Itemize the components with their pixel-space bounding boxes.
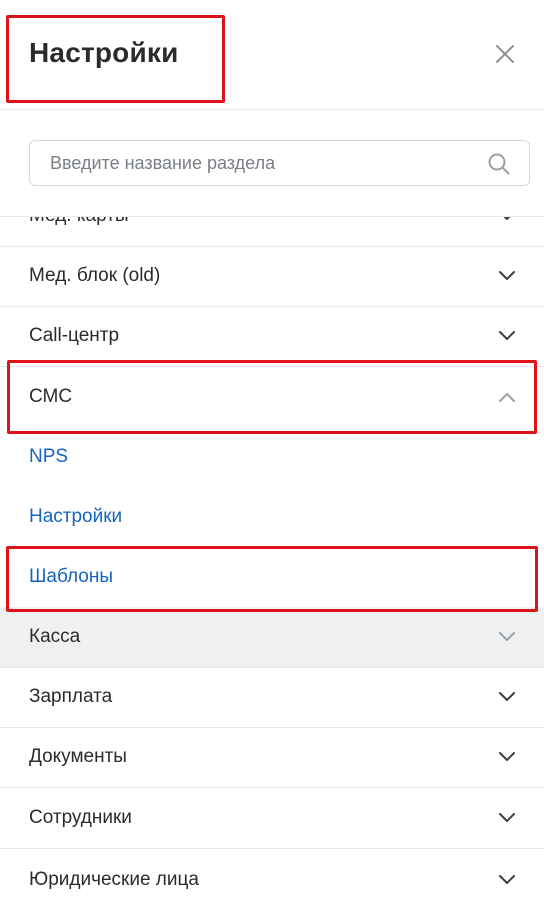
close-icon	[496, 45, 514, 63]
menu-item-salary[interactable]: Зарплата	[0, 667, 544, 728]
menu-item-label: Сотрудники	[29, 807, 132, 828]
search-icon[interactable]	[487, 152, 511, 176]
submenu-item-settings[interactable]: Настройки	[0, 486, 544, 547]
chevron-down-icon	[499, 331, 515, 340]
menu-item-label: Зарплата	[29, 686, 113, 707]
panel-title: Настройки	[29, 37, 179, 68]
menu-item-med-cards[interactable]: Мед. карты	[0, 217, 544, 247]
search-box[interactable]	[29, 140, 530, 186]
menu-item-cash[interactable]: Касса	[0, 607, 544, 668]
submenu-item-label: Шаблоны	[29, 565, 114, 587]
submenu-item-nps[interactable]: NPS	[0, 426, 544, 487]
menu-item-employees[interactable]: Сотрудники	[0, 788, 544, 849]
menu-item-label: Мед. карты	[29, 217, 129, 227]
close-button[interactable]	[491, 40, 519, 68]
chevron-down-icon	[499, 692, 515, 701]
chevron-down-icon	[499, 632, 515, 641]
chevron-up-icon	[499, 392, 515, 402]
search-section	[0, 110, 544, 217]
menu-item-sms[interactable]: СМС	[0, 366, 544, 427]
menu-item-med-block-old[interactable]: Мед. блок (old)	[0, 246, 544, 307]
menu-item-legal-entities[interactable]: Юридические лица	[0, 849, 544, 909]
menu-item-label: Мед. блок (old)	[29, 265, 161, 286]
menu-item-label: Юридические лица	[29, 868, 199, 890]
menu-list: Мед. карты Мед. блок (old) Call-центр СМ…	[0, 217, 544, 909]
chevron-down-icon	[499, 752, 515, 761]
chevron-down-icon	[499, 874, 515, 884]
menu-item-documents[interactable]: Документы	[0, 727, 544, 788]
search-input[interactable]	[50, 141, 480, 185]
menu-item-label: Документы	[29, 746, 127, 767]
panel-header: Настройки	[0, 0, 544, 110]
menu-item-label: Касса	[29, 626, 81, 647]
chevron-down-icon	[503, 217, 511, 220]
menu-item-label: Call-центр	[29, 325, 120, 346]
menu-item-label: СМС	[29, 385, 73, 407]
submenu-item-label: NPS	[29, 445, 69, 467]
menu-item-call-center[interactable]: Call-центр	[0, 306, 544, 367]
submenu-item-label: Настройки	[29, 505, 123, 527]
submenu-item-templates[interactable]: Шаблоны	[0, 546, 544, 607]
chevron-down-icon	[499, 271, 515, 280]
chevron-down-icon	[499, 813, 515, 822]
settings-panel: Настройки Мед. карты Мед. блок (old)	[0, 0, 544, 909]
